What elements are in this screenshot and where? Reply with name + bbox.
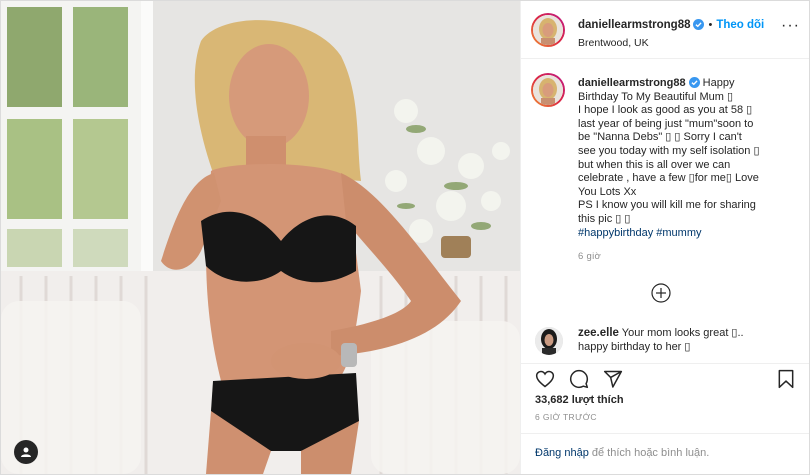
- caption-line: but when this is all over we can: [578, 158, 731, 171]
- comment-item: zee.elle Your mom looks great ▯.. happy …: [521, 319, 809, 361]
- login-link[interactable]: Đăng nhập: [535, 447, 589, 459]
- login-prompt-text: để thích hoặc bình luận.: [588, 447, 710, 459]
- commenter-username[interactable]: zee.elle: [578, 327, 619, 339]
- caption-line: Happy: [702, 77, 735, 89]
- caption-timestamp: 6 giờ: [578, 251, 602, 263]
- post-caption: daniellearmstrong88 Happy Birthday To My…: [521, 59, 809, 321]
- caption-line: celebrate , have a few ▯for me▯ Love: [578, 172, 759, 185]
- post-time-ago: 6 GIỜ TRƯỚC: [535, 412, 597, 422]
- caption-line: I hope I look as good as you at 58 ▯: [578, 104, 753, 117]
- post-sidebar: daniellearmstrong88 • Theo dõi Brentwood, …: [520, 1, 809, 474]
- caption-hashtags[interactable]: #happybirthday #mummy: [578, 227, 702, 239]
- author-avatar[interactable]: [531, 13, 565, 47]
- commenter-avatar[interactable]: [535, 327, 563, 355]
- like-heart-icon[interactable]: [535, 369, 555, 389]
- caption-text: daniellearmstrong88 Happy Birthday To My…: [578, 77, 800, 264]
- load-more-comments-icon[interactable]: [651, 283, 671, 303]
- caption-line: Birthday To My Beautiful Mum ▯: [578, 90, 734, 103]
- post-photo[interactable]: [1, 1, 520, 474]
- separator-dot: •: [708, 19, 713, 31]
- caption-line: be "Nanna Debs" ▯ ▯ Sorry I can't: [578, 131, 742, 144]
- share-send-icon[interactable]: [603, 369, 623, 389]
- post-header: daniellearmstrong88 • Theo dõi Brentwood, …: [521, 1, 809, 59]
- tagged-users-icon[interactable]: [14, 440, 38, 464]
- more-options-icon[interactable]: ···: [781, 18, 800, 34]
- verified-badge-icon: [688, 77, 700, 88]
- caption-username[interactable]: daniellearmstrong88: [578, 77, 686, 89]
- caption-line: this pic ▯ ▯: [578, 212, 631, 225]
- caption-line: You Lots Xx: [578, 185, 637, 198]
- comment-line: happy birthday to her ▯: [578, 340, 691, 353]
- action-bar: [521, 363, 809, 394]
- caption-line: see you today with my self isolation ▯: [578, 144, 760, 157]
- follow-button[interactable]: Theo dõi: [716, 19, 764, 31]
- save-bookmark-icon[interactable]: [776, 369, 796, 389]
- verified-badge-icon: [693, 19, 705, 30]
- photo-illustration: [1, 1, 520, 474]
- comment-bubble-icon[interactable]: [569, 369, 589, 389]
- like-count[interactable]: 33,682 lượt thích: [535, 394, 624, 406]
- comment-line: Your mom looks great ▯..: [621, 327, 744, 339]
- instagram-post-modal: daniellearmstrong88 • Theo dõi Brentwood, …: [0, 0, 810, 475]
- author-username[interactable]: daniellearmstrong88: [578, 19, 690, 31]
- caption-author-avatar[interactable]: [531, 73, 565, 107]
- caption-line: last year of being just "mum"soon to: [578, 117, 754, 130]
- comment-text: zee.elle Your mom looks great ▯.. happy …: [578, 327, 800, 354]
- login-prompt: Đăng nhập để thích hoặc bình luận.: [521, 433, 809, 474]
- caption-line: PS I know you will kill me for sharing: [578, 199, 756, 212]
- post-location[interactable]: Brentwood, UK: [578, 37, 764, 49]
